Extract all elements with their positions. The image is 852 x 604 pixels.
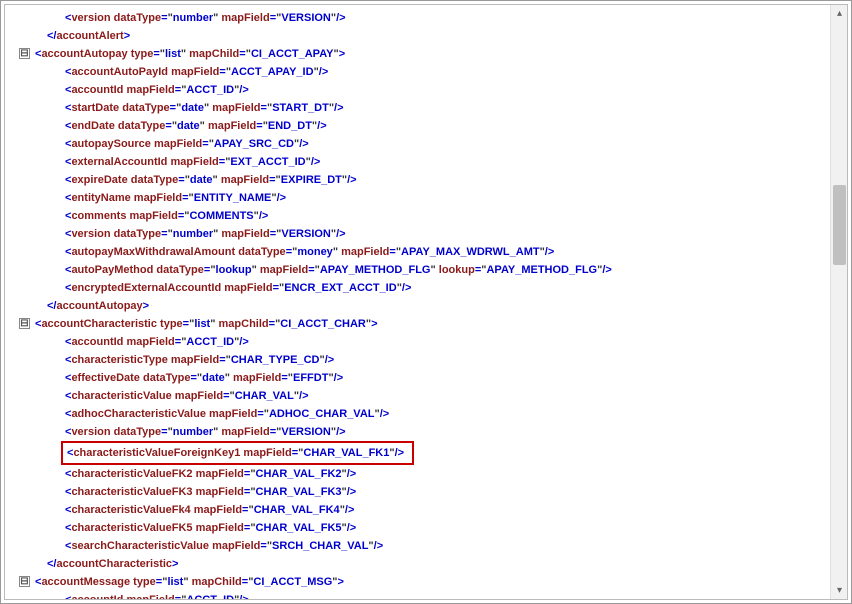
xml-line: <accountId mapField="ACCT_ID"/> — [11, 333, 823, 351]
xml-line: <version dataType="number" mapField="VER… — [11, 423, 823, 441]
xml-line: </accountAlert> — [11, 27, 823, 45]
xml-line: <characteristicValueFK3 mapField="CHAR_V… — [11, 483, 823, 501]
collapse-toggle-icon[interactable]: ⊟ — [19, 48, 30, 59]
collapse-toggle-icon[interactable]: ⊟ — [19, 576, 30, 587]
xml-line: <accountId mapField="ACCT_ID"/> — [11, 81, 823, 99]
xml-line: <expireDate dataType="date" mapField="EX… — [11, 171, 823, 189]
scroll-down-arrow-icon[interactable]: ▾ — [831, 582, 848, 599]
xml-line: <searchCharacteristicValue mapField="SRC… — [11, 537, 823, 555]
xml-line: <version dataType="number" mapField="VER… — [11, 9, 823, 27]
xml-line: </accountAutopay> — [11, 297, 823, 315]
xml-line: <characteristicValue mapField="CHAR_VAL"… — [11, 387, 823, 405]
xml-line: <adhocCharacteristicValue mapField="ADHO… — [11, 405, 823, 423]
xml-line: <autopaySource mapField="APAY_SRC_CD"/> — [11, 135, 823, 153]
xml-line: <accountId mapField="ACCT_ID"/> — [11, 591, 823, 599]
xml-viewer-panel: <version dataType="number" mapField="VER… — [4, 4, 848, 600]
xml-line: <accountAutoPayId mapField="ACCT_APAY_ID… — [11, 63, 823, 81]
xml-line: <externalAccountId mapField="EXT_ACCT_ID… — [11, 153, 823, 171]
xml-line: <encryptedExternalAccountId mapField="EN… — [11, 279, 823, 297]
xml-line: <effectiveDate dataType="date" mapField=… — [11, 369, 823, 387]
xml-line: </accountCharacteristic> — [11, 555, 823, 573]
scroll-up-arrow-icon[interactable]: ▴ — [831, 5, 848, 22]
xml-line: <characteristicType mapField="CHAR_TYPE_… — [11, 351, 823, 369]
vertical-scrollbar[interactable]: ▴ ▾ — [830, 5, 847, 599]
scrollbar-thumb[interactable] — [833, 185, 846, 265]
xml-line: <autoPayMethod dataType="lookup" mapFiel… — [11, 261, 823, 279]
xml-code-area: <version dataType="number" mapField="VER… — [5, 5, 829, 599]
xml-line: <characteristicValueFk4 mapField="CHAR_V… — [11, 501, 823, 519]
xml-line: ⊟<accountMessage type="list" mapChild="C… — [11, 573, 823, 591]
window-frame: <version dataType="number" mapField="VER… — [0, 0, 852, 604]
highlighted-line: <characteristicValueForeignKey1 mapField… — [61, 441, 414, 465]
xml-line: <characteristicValueForeignKey1 mapField… — [11, 441, 823, 465]
xml-line: <endDate dataType="date" mapField="END_D… — [11, 117, 823, 135]
xml-line: <entityName mapField="ENTITY_NAME"/> — [11, 189, 823, 207]
xml-line: <comments mapField="COMMENTS"/> — [11, 207, 823, 225]
collapse-toggle-icon[interactable]: ⊟ — [19, 318, 30, 329]
xml-line: <version dataType="number" mapField="VER… — [11, 225, 823, 243]
xml-line: <characteristicValueFK2 mapField="CHAR_V… — [11, 465, 823, 483]
xml-line: ⊟<accountAutopay type="list" mapChild="C… — [11, 45, 823, 63]
xml-line: ⊟<accountCharacteristic type="list" mapC… — [11, 315, 823, 333]
xml-line: <autopayMaxWithdrawalAmount dataType="mo… — [11, 243, 823, 261]
xml-line: <startDate dataType="date" mapField="STA… — [11, 99, 823, 117]
xml-line: <characteristicValueFK5 mapField="CHAR_V… — [11, 519, 823, 537]
